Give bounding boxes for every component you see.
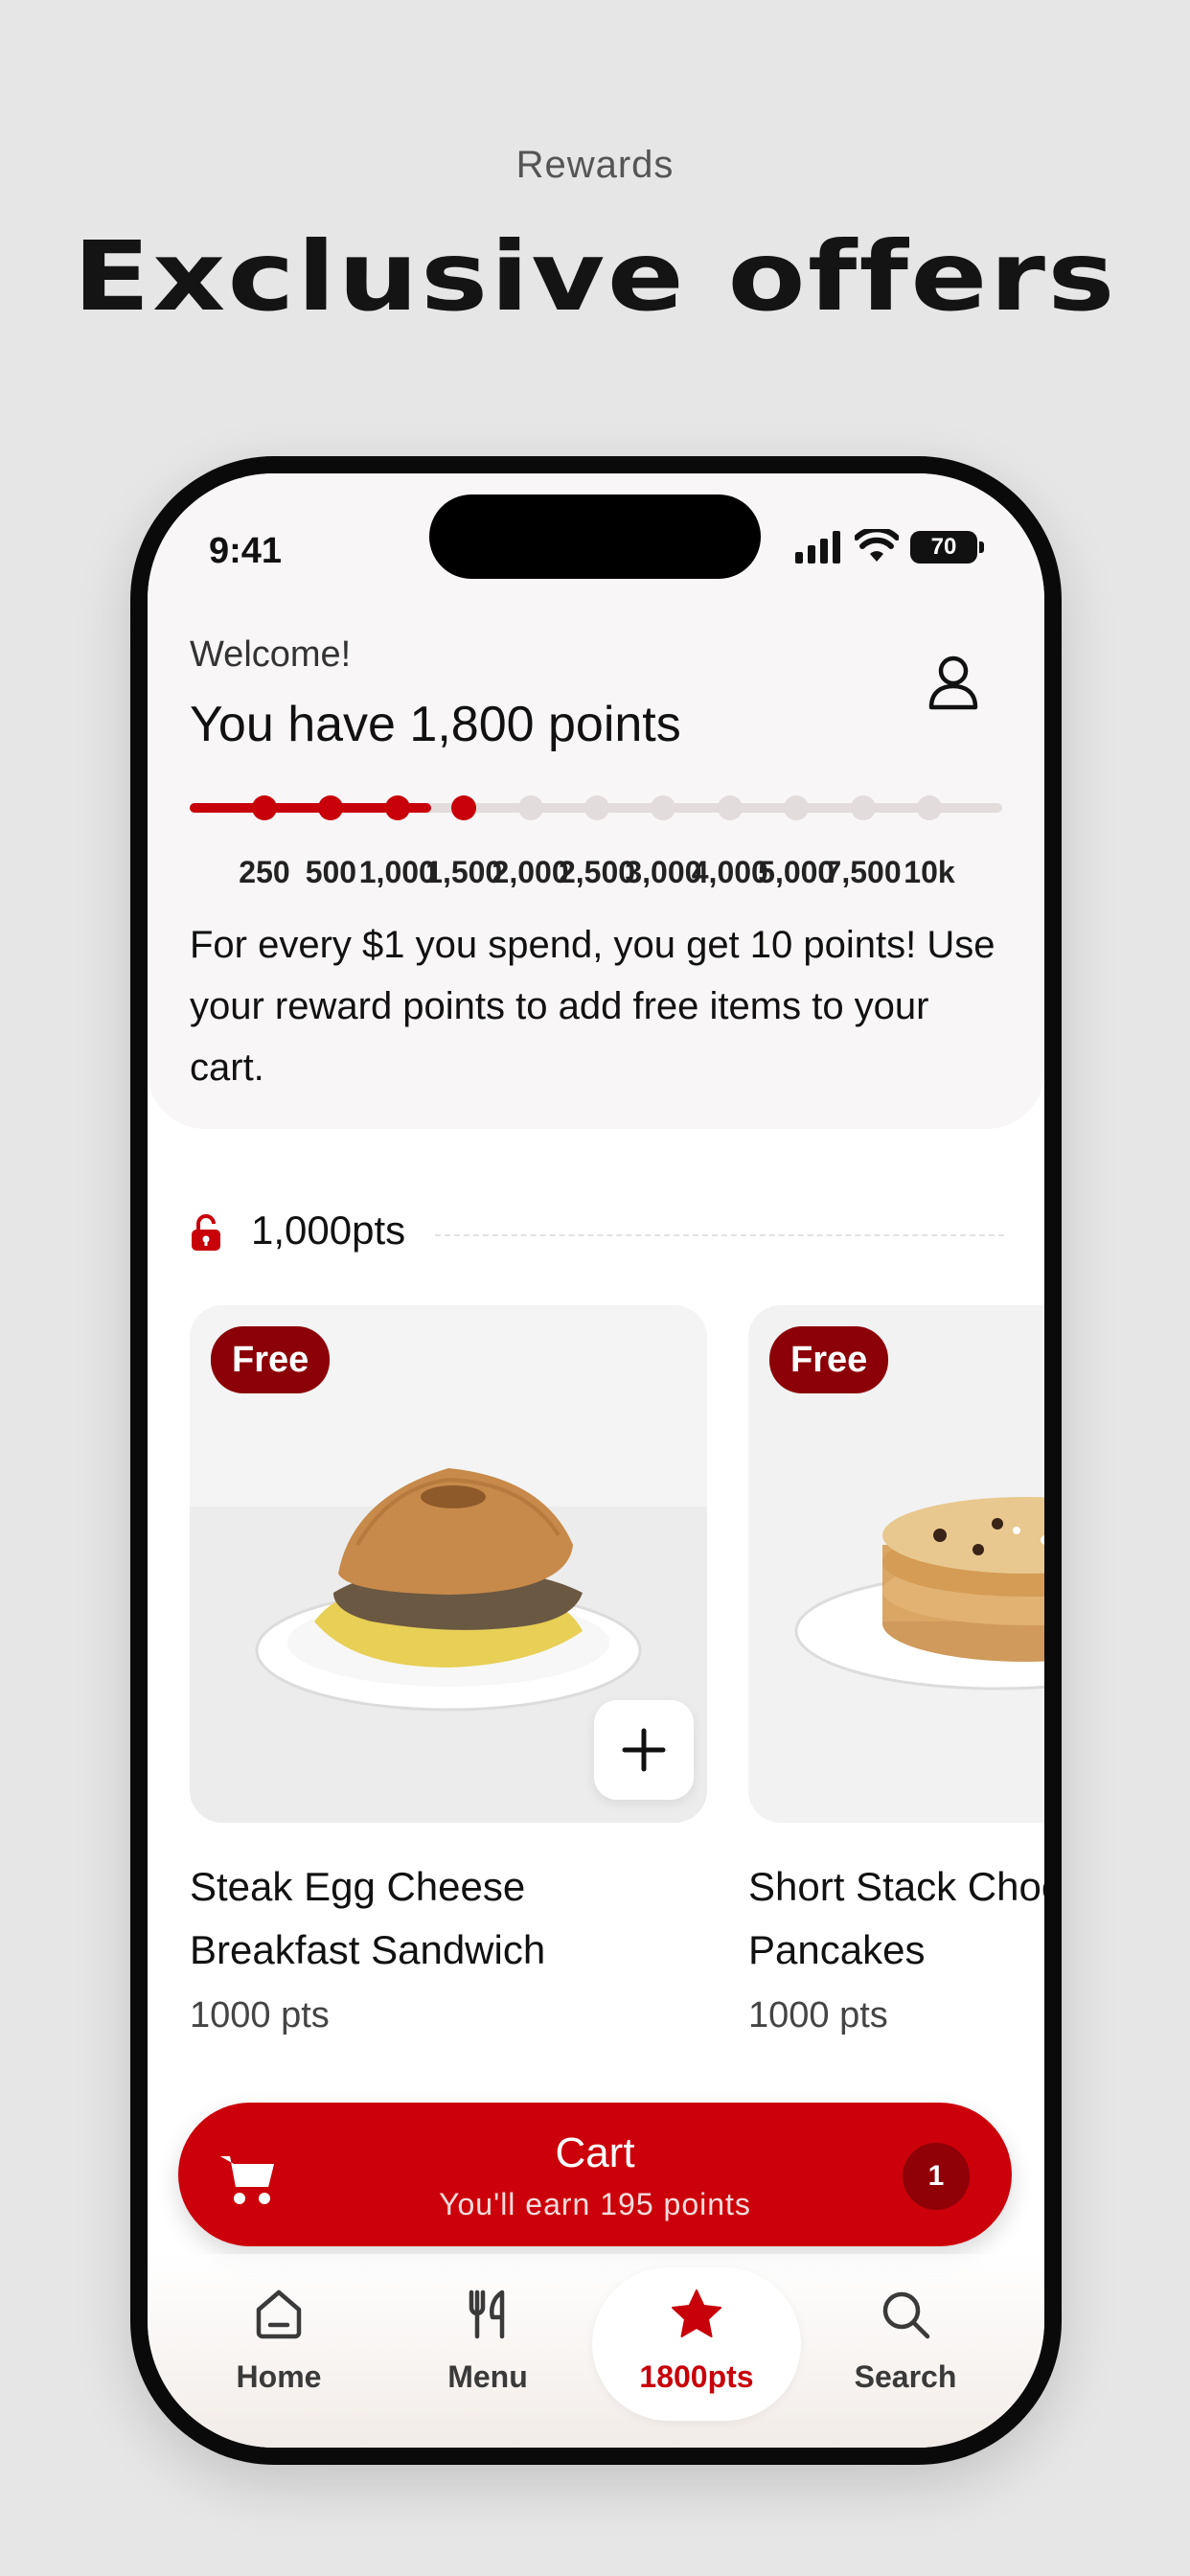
cart-button[interactable]: Cart You'll earn 195 points 1	[178, 2103, 1012, 2246]
home-icon	[256, 2289, 302, 2339]
tier-label: 1,000pts	[251, 1208, 406, 1253]
tier-divider	[435, 1234, 1004, 1236]
add-to-cart-button[interactable]	[594, 1700, 694, 1800]
milestone-dot	[717, 795, 743, 820]
milestone-dot	[451, 795, 477, 820]
free-badge: Free	[211, 1326, 331, 1393]
welcome-text: Welcome!	[190, 634, 352, 675]
nav-item-search[interactable]: Search	[801, 2254, 1010, 2426]
cart-count-badge: 1	[903, 2143, 970, 2210]
reward-points: 1000 pts	[190, 1995, 330, 2036]
milestone-dot	[917, 795, 942, 820]
battery-indicator: 70	[910, 531, 984, 564]
bottom-nav: Home Menu 1800pts Search	[148, 2254, 1044, 2448]
status-time: 9:41	[209, 531, 283, 571]
reward-image: Free	[748, 1305, 1044, 1823]
milestone-label: 10k	[904, 855, 955, 889]
dynamic-island	[429, 494, 761, 579]
reward-name: Short Stack Chocolate Chip Pancakes	[748, 1864, 1044, 1972]
unlocked-icon	[192, 1214, 220, 1251]
points-header: 9:41 70 Welcome! You have 1,800 points 2…	[148, 473, 1044, 1129]
reward-points: 1000 pts	[748, 1995, 888, 2036]
tier-header: 1,000pts	[190, 1204, 1004, 1257]
points-progress-track	[190, 795, 1002, 820]
nav-label: Menu	[447, 2359, 528, 2394]
milestone-label: 1,000	[358, 855, 436, 889]
milestone-dot	[584, 795, 609, 820]
milestone-label: 3,000	[625, 855, 702, 889]
milestone-dot	[318, 795, 344, 820]
milestone-label: 1,500	[425, 855, 503, 889]
plus-icon	[622, 1728, 666, 1772]
headline: Exclusive offers	[73, 220, 1117, 333]
milestone-label: 5,000	[758, 855, 835, 889]
status-bar: 9:41 70	[148, 473, 1044, 608]
milestone-label: 2,000	[492, 855, 569, 889]
rewards-info-text: For every $1 you spend, you get 10 point…	[190, 924, 995, 1089]
nav-label: Search	[854, 2359, 957, 2394]
search-icon	[882, 2291, 930, 2339]
reward-image: Free	[190, 1305, 707, 1823]
milestone-label: 500	[305, 855, 357, 889]
nav-label: 1800pts	[639, 2359, 754, 2394]
milestone-dot	[784, 795, 810, 820]
points-balance-title: You have 1,800 points	[190, 697, 681, 752]
cart-title: Cart	[555, 2129, 635, 2176]
nav-item-rewards[interactable]: 1800pts	[592, 2254, 801, 2426]
phone-frame: 9:41 70 Welcome! You have 1,800 points 2…	[130, 456, 1062, 2465]
free-badge: Free	[769, 1326, 889, 1393]
star-icon	[672, 2289, 721, 2337]
fork-knife-icon	[469, 2289, 505, 2339]
milestone-dot	[252, 795, 277, 820]
nav-item-home[interactable]: Home	[174, 2254, 383, 2426]
cart-subtitle: You'll earn 195 points	[439, 2187, 751, 2221]
milestone-dot	[384, 795, 410, 820]
profile-icon[interactable]	[924, 652, 983, 711]
signal-icon	[795, 531, 840, 564]
app-screen: 9:41 70 Welcome! You have 1,800 points 2…	[148, 473, 1044, 2448]
eyebrow-label: Rewards	[515, 144, 675, 186]
milestone-dot	[850, 795, 876, 820]
reward-name: Steak Egg Cheese Breakfast Sandwich	[190, 1864, 546, 1972]
nav-label: Home	[236, 2359, 322, 2394]
wifi-icon	[855, 529, 899, 562]
milestone-dot	[517, 795, 543, 820]
milestone-label: 4,000	[691, 855, 768, 889]
milestone-dot	[651, 795, 676, 820]
nav-item-menu[interactable]: Menu	[383, 2254, 592, 2426]
milestone-label: 250	[239, 855, 290, 889]
milestone-label: 7,500	[824, 855, 902, 889]
milestone-label: 2,500	[558, 855, 636, 889]
